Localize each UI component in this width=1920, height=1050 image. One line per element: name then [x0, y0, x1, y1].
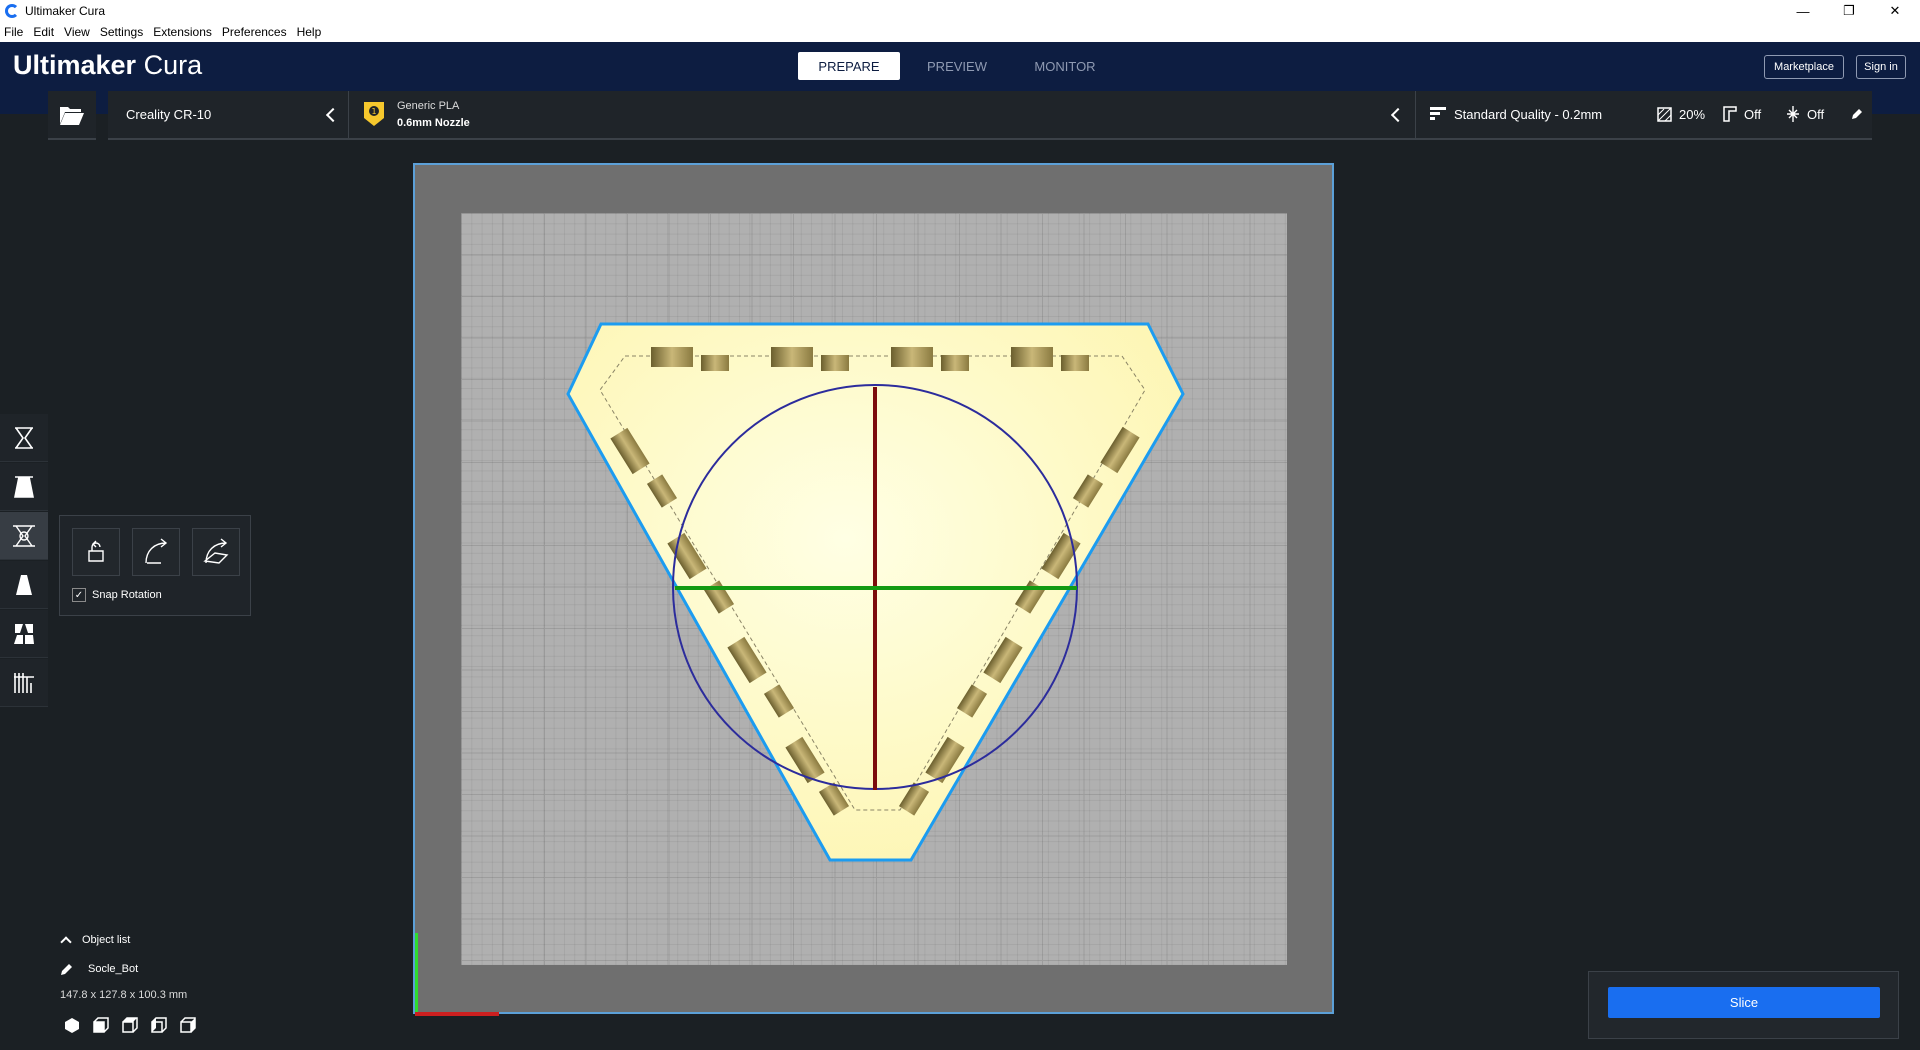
view-front-icon[interactable] [93, 1017, 109, 1033]
chevron-left-icon [1390, 107, 1406, 123]
scale-tool-icon [14, 475, 34, 498]
restore-button[interactable]: ❐ [1826, 0, 1872, 22]
object-name: Socle_Bot [88, 963, 139, 975]
adhesion-value: Off [1807, 107, 1825, 122]
infill-value: 20% [1679, 107, 1706, 122]
infill-icon [1657, 107, 1672, 122]
rotate-tool-icon [13, 524, 35, 547]
slice-button[interactable]: Slice [1608, 987, 1880, 1018]
tool-mirror[interactable] [0, 561, 48, 609]
model-view [415, 322, 1185, 1016]
marketplace-button[interactable]: Marketplace [1764, 55, 1844, 79]
object-dimensions: 147.8 x 127.8 x 100.3 mm [60, 989, 188, 1001]
view-top-icon[interactable] [122, 1017, 138, 1033]
menu-bar: File Edit View Settings Extensions Prefe… [0, 22, 1920, 42]
support-value: Off [1744, 107, 1762, 122]
view-left-icon[interactable] [151, 1017, 167, 1033]
print-settings-selector[interactable]: Standard Quality - 0.2mm 20% Off Off [1415, 91, 1872, 140]
tool-per-model-settings[interactable] [0, 610, 48, 658]
reset-rotation-button[interactable] [72, 528, 120, 576]
menu-view[interactable]: View [64, 25, 90, 39]
close-button[interactable]: ✕ [1872, 0, 1918, 22]
reset-rotation-icon [88, 540, 104, 562]
rotate-tool-panel: ✓ Snap Rotation [59, 515, 251, 616]
tab-monitor[interactable]: MONITOR [1014, 52, 1116, 80]
quality-icon [1430, 107, 1446, 120]
chevron-left-icon [325, 107, 341, 123]
adhesion-icon [1787, 106, 1799, 122]
align-face-icon [203, 538, 229, 564]
object-list-label: Object list [82, 934, 131, 946]
build-plate-viewport[interactable] [413, 163, 1334, 1016]
view-orientation-buttons [64, 1017, 196, 1033]
menu-preferences[interactable]: Preferences [222, 25, 287, 39]
select-face-to-align-button[interactable] [192, 528, 240, 576]
object-list-toggle[interactable]: Object list [60, 934, 131, 948]
slice-panel: Slice [1588, 971, 1899, 1039]
menu-edit[interactable]: Edit [33, 25, 54, 39]
logo: Ultimaker Cura [13, 50, 203, 80]
tool-move[interactable] [0, 414, 48, 462]
support-icon [1723, 106, 1737, 122]
object-list-panel: Object list Socle_Bot 147.8 x 127.8 x 10… [50, 927, 350, 1047]
per-model-settings-icon [14, 623, 34, 644]
menu-settings[interactable]: Settings [100, 25, 143, 39]
chevron-up-icon [60, 936, 72, 948]
move-tool-icon [15, 426, 33, 449]
printer-selector[interactable]: Creality CR-10 [108, 91, 348, 140]
material-selector[interactable]: 1 Generic PLA 0.6mm Nozzle [348, 91, 1415, 140]
extruder-icon: 1 [364, 102, 384, 126]
lay-flat-button[interactable] [132, 528, 180, 576]
menu-extensions[interactable]: Extensions [153, 25, 212, 39]
object-name-row[interactable]: Socle_Bot [60, 962, 138, 976]
tool-support-blocker[interactable] [0, 659, 48, 707]
menu-file[interactable]: File [4, 25, 23, 39]
tab-prepare[interactable]: PREPARE [798, 52, 900, 80]
view-3d-icon[interactable] [64, 1017, 80, 1033]
edit-pencil-icon [61, 964, 72, 975]
open-file-button[interactable] [48, 91, 96, 140]
tool-scale[interactable] [0, 463, 48, 511]
folder-icon [60, 107, 84, 125]
snap-rotation-label: Snap Rotation [92, 589, 162, 601]
snap-rotation-checkbox[interactable]: ✓ [72, 588, 86, 602]
snap-rotation-option[interactable]: ✓ Snap Rotation [72, 588, 162, 602]
svg-text:1: 1 [371, 107, 376, 116]
printer-name: Creality CR-10 [126, 107, 212, 122]
edit-pencil-icon [1852, 109, 1862, 119]
sign-in-button[interactable]: Sign in [1856, 55, 1906, 79]
mirror-tool-icon [15, 574, 33, 595]
view-right-icon[interactable] [180, 1017, 196, 1033]
quality-profile: Standard Quality - 0.2mm [1454, 107, 1603, 122]
tab-preview[interactable]: PREVIEW [906, 52, 1008, 80]
support-blocker-icon [14, 672, 34, 693]
title-bar: Ultimaker Cura — ❐ ✕ [0, 0, 1920, 22]
material-name: Generic PLA [397, 100, 460, 112]
lay-flat-icon [145, 538, 168, 564]
cura-app-icon [5, 4, 19, 18]
nozzle-size: 0.6mm Nozzle [397, 117, 470, 129]
stage-tabs: PREPARE PREVIEW MONITOR [798, 52, 1122, 80]
window-title: Ultimaker Cura [25, 4, 106, 18]
tool-rotate[interactable] [0, 512, 48, 560]
minimize-button[interactable]: — [1780, 0, 1826, 22]
menu-help[interactable]: Help [297, 25, 322, 39]
